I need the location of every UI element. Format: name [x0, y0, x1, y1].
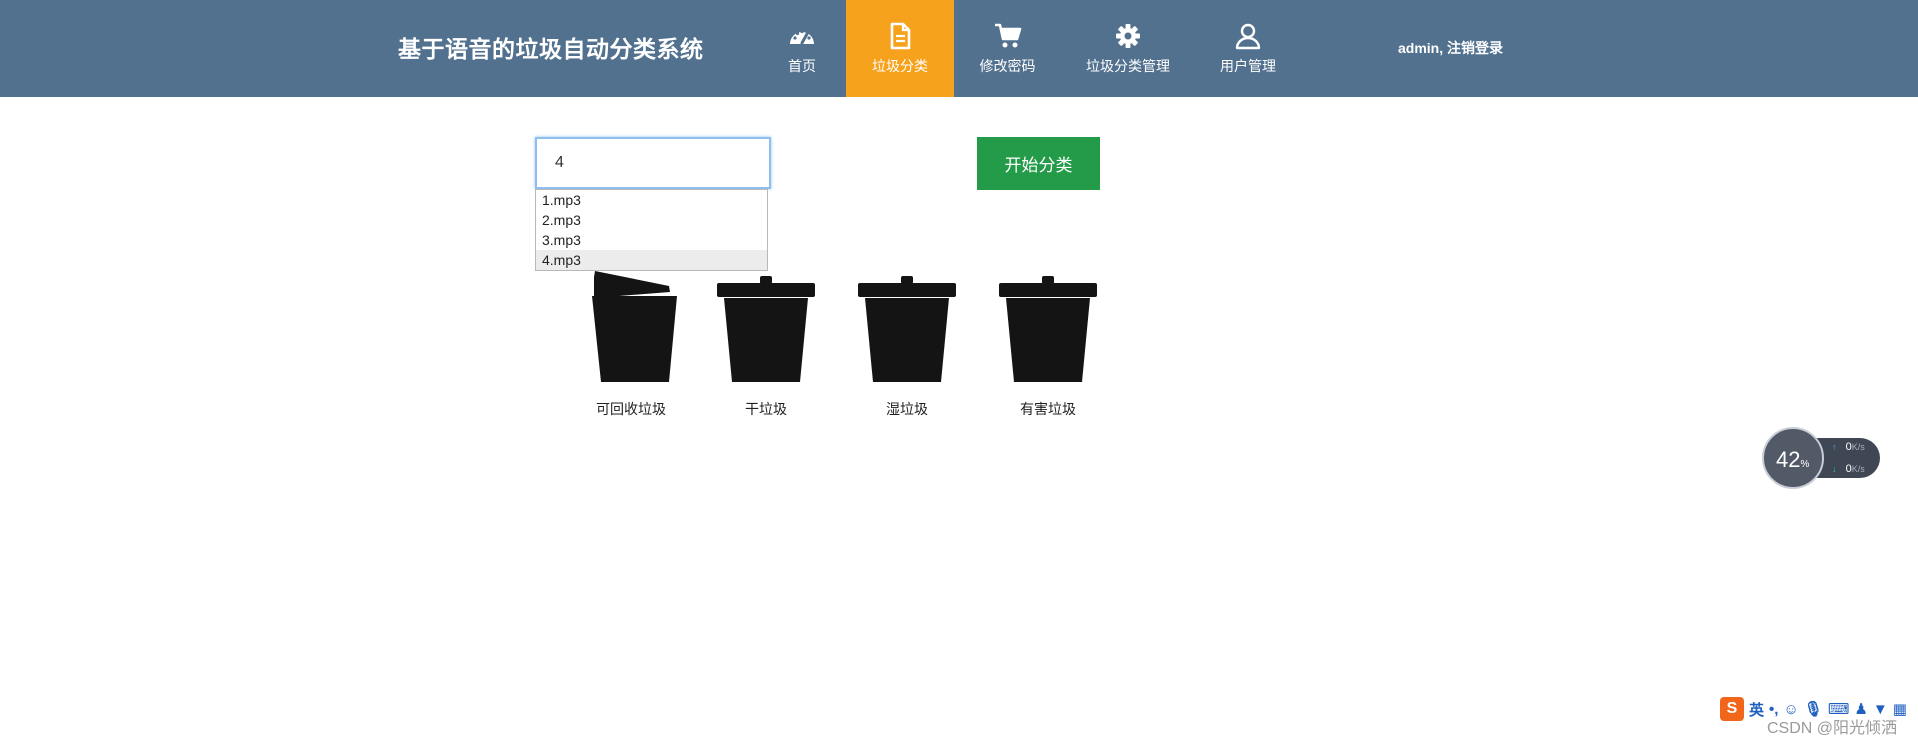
net-speed-widget[interactable]: 42% ↑ 0K/s ↓ 0K/s	[1762, 427, 1882, 489]
site-title: 基于语音的垃圾自动分类系统	[398, 36, 704, 62]
bin-hazardous: 有害垃圾	[988, 264, 1108, 419]
nav-label-user-manage: 用户管理	[1220, 57, 1276, 74]
bin-recyclable: 可回收垃圾	[571, 264, 691, 419]
nav-label-classify: 垃圾分类	[872, 57, 928, 74]
nav-item-home[interactable]: 首页	[758, 0, 846, 97]
bin-label: 干垃圾	[745, 401, 787, 417]
main-nav: 首页 垃圾分类 修改密码 垃圾分类管理 用户管理	[758, 0, 1301, 97]
nav-label-home: 首页	[788, 57, 816, 74]
bin-label: 有害垃圾	[1020, 401, 1076, 417]
top-navbar: 基于语音的垃圾自动分类系统 首页 垃圾分类 修改密码 垃圾分类管理 用户管理 a…	[0, 0, 1918, 97]
sogou-logo-icon[interactable]: S	[1720, 697, 1744, 721]
autocomplete-dropdown: 1.mp3 2.mp3 3.mp3 4.mp3	[535, 189, 768, 271]
watermark: CSDN @阳光倾洒	[1767, 720, 1898, 737]
gear-icon	[1116, 23, 1140, 48]
trash-bin-icon	[858, 276, 956, 382]
user-area: admin, 注销登录	[1398, 38, 1503, 58]
memory-percent: 42%	[1776, 447, 1810, 472]
bin-label: 可回收垃圾	[596, 401, 666, 417]
start-classify-button[interactable]: 开始分类	[977, 137, 1100, 190]
logout-link[interactable]: 注销登录	[1447, 40, 1503, 56]
nav-label-classify-manage: 垃圾分类管理	[1086, 57, 1170, 74]
autocomplete-option[interactable]: 2.mp3	[536, 210, 767, 230]
cart-icon	[994, 23, 1021, 47]
user-icon	[1235, 23, 1261, 49]
nav-label-change-password: 修改密码	[979, 57, 1036, 74]
dashboard-icon	[790, 29, 814, 44]
nav-item-classify-manage[interactable]: 垃圾分类管理	[1061, 0, 1195, 97]
open-trash-bin-icon	[592, 271, 677, 382]
download-arrow-icon: ↓	[1832, 464, 1837, 474]
download-speed: ↓ 0K/s	[1832, 463, 1865, 475]
page: 基于语音的垃圾自动分类系统 首页 垃圾分类 修改密码 垃圾分类管理 用户管理 a…	[0, 0, 1918, 743]
bin-wet: 湿垃圾	[847, 264, 967, 419]
autocomplete-option[interactable]: 3.mp3	[536, 230, 767, 250]
nav-item-change-password[interactable]: 修改密码	[954, 0, 1061, 97]
memory-gauge: 42%	[1762, 427, 1824, 489]
trash-bin-icon	[717, 276, 815, 382]
nav-item-user-manage[interactable]: 用户管理	[1195, 0, 1301, 97]
autocomplete-option[interactable]: 1.mp3	[536, 190, 767, 210]
audio-file-input[interactable]	[535, 137, 771, 189]
trash-bin-icon	[999, 276, 1097, 382]
document-icon	[890, 22, 911, 49]
upload-speed: ↑ 0K/s	[1832, 441, 1865, 453]
bin-dry: 干垃圾	[706, 264, 826, 419]
username: admin,	[1398, 40, 1444, 56]
ime-mode[interactable]: 英	[1749, 699, 1764, 720]
nav-item-classify[interactable]: 垃圾分类	[846, 0, 954, 97]
bin-label: 湿垃圾	[886, 401, 928, 417]
upload-arrow-icon: ↑	[1832, 442, 1837, 452]
